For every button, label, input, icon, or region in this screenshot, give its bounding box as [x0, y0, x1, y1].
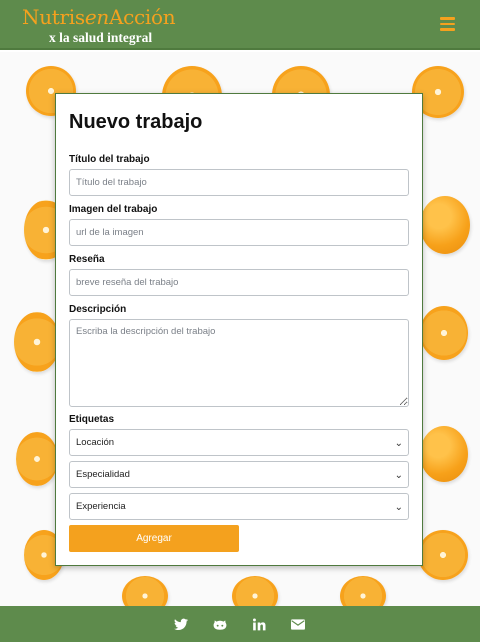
- agregar-button[interactable]: Agregar: [69, 525, 239, 552]
- especialidad-select-value: Especialidad: [76, 469, 130, 480]
- whole-orange-decoration: [420, 426, 468, 482]
- orange-slice-decoration: [122, 576, 168, 606]
- github-icon[interactable]: [213, 618, 227, 631]
- brand-logo[interactable]: NutrisenAcción: [22, 5, 176, 29]
- orange-slice-decoration: [14, 312, 60, 372]
- brand-prefix: Nutris: [22, 5, 85, 29]
- footer: [0, 606, 480, 642]
- new-job-form-card: Nuevo trabajo Título del trabajo Imagen …: [55, 93, 423, 566]
- brand-tagline: x la salud integral: [49, 30, 153, 45]
- descripcion-label: Descripción: [69, 304, 127, 315]
- locacion-select-value: Locación: [76, 437, 115, 448]
- resena-input[interactable]: [69, 269, 409, 296]
- resena-label: Reseña: [69, 254, 105, 265]
- whole-orange-decoration: [420, 196, 470, 254]
- top-navbar: NutrisenAcción x la salud integral: [0, 0, 480, 50]
- chevron-down-icon: ⌄: [394, 470, 403, 481]
- email-icon[interactable]: [291, 618, 305, 631]
- linkedin-icon[interactable]: [252, 618, 266, 631]
- imagen-url-input[interactable]: [69, 219, 409, 246]
- twitter-icon[interactable]: [174, 618, 188, 631]
- brand-en: en: [84, 5, 109, 29]
- brand-suffix: Acción: [108, 5, 176, 29]
- descripcion-textarea[interactable]: [69, 319, 409, 407]
- chevron-down-icon: ⌄: [394, 438, 403, 449]
- chevron-down-icon: ⌄: [394, 502, 403, 513]
- orange-slice-decoration: [418, 530, 468, 580]
- imagen-label: Imagen del trabajo: [69, 204, 158, 215]
- orange-slice-decoration: [16, 432, 58, 486]
- experiencia-select-value: Experiencia: [76, 501, 126, 512]
- orange-slice-decoration: [232, 576, 278, 606]
- titulo-label: Título del trabajo: [69, 154, 150, 165]
- etiquetas-label: Etiquetas: [69, 414, 115, 425]
- orange-slice-decoration: [340, 576, 386, 606]
- titulo-input[interactable]: [69, 169, 409, 196]
- locacion-select[interactable]: Locación ⌄: [69, 429, 409, 456]
- especialidad-select[interactable]: Especialidad ⌄: [69, 461, 409, 488]
- orange-slice-decoration: [420, 306, 468, 360]
- form-title: Nuevo trabajo: [69, 111, 203, 133]
- hamburger-icon[interactable]: [440, 17, 455, 31]
- experiencia-select[interactable]: Experiencia ⌄: [69, 493, 409, 520]
